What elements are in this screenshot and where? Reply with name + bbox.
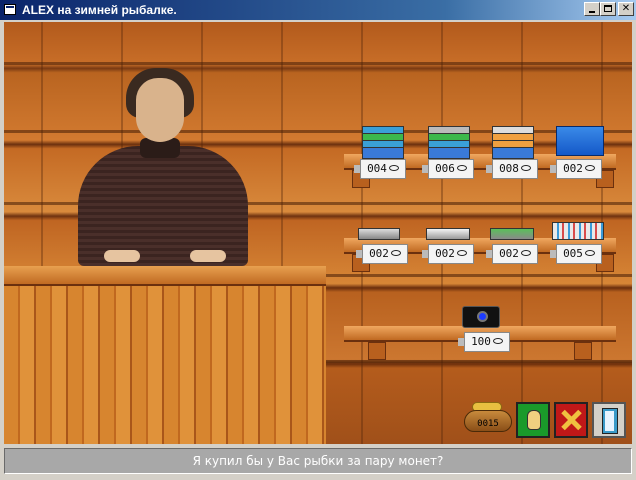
hand-button[interactable]	[516, 402, 550, 438]
shop-item-blue-box[interactable]	[556, 126, 604, 156]
price-tag: 006	[422, 159, 474, 179]
shop-item-fishing-line-1[interactable]	[362, 126, 404, 160]
price-tag: 002	[486, 244, 538, 264]
shop-item-fishing-line-3[interactable]	[492, 126, 534, 160]
shop-item-green-tin[interactable]	[490, 228, 534, 240]
money-amount: 0015	[477, 419, 499, 429]
fish-coin-icon	[520, 165, 531, 171]
price-tag: 002	[356, 244, 408, 264]
shelf-bracket	[368, 342, 386, 360]
app-icon[interactable]	[4, 4, 16, 15]
shop-item-lure-box[interactable]	[552, 222, 604, 240]
money-bag[interactable]: 0015	[462, 400, 514, 436]
shopkeeper[interactable]	[74, 66, 254, 266]
shop-item-white-tin[interactable]	[426, 228, 470, 240]
price-tag: 100	[458, 332, 510, 352]
fish-coin-icon	[388, 165, 399, 171]
fish-coin-icon	[456, 165, 467, 171]
fish-coin-icon	[584, 165, 595, 171]
fish-coin-icon	[492, 338, 503, 344]
shop-item-fishing-line-2[interactable]	[428, 126, 470, 160]
price-tag: 002	[550, 159, 602, 179]
shop-scene: 004 006 008 002 002 002 002 005 100 0015	[4, 22, 632, 444]
shop-item-camera[interactable]	[462, 306, 500, 328]
fish-coin-icon	[520, 250, 531, 256]
exit-button[interactable]	[592, 402, 626, 438]
dialogue-status-bar: Я купил бы у Вас рыбки за пару монет?	[4, 448, 632, 474]
exit-door-icon	[602, 408, 618, 434]
shelf-bracket	[574, 342, 592, 360]
close-button[interactable]: ✕	[618, 2, 634, 16]
shopkeeper-right-hand	[190, 250, 226, 262]
fish-coin-icon	[390, 250, 401, 256]
minimize-button[interactable]	[584, 2, 600, 16]
shopkeeper-left-hand	[104, 250, 140, 262]
price-tag: 008	[486, 159, 538, 179]
fish-coin-icon	[584, 250, 595, 256]
plank-seam	[4, 62, 632, 65]
cancel-icon	[561, 410, 581, 430]
shopkeeper-face	[136, 78, 184, 142]
maximize-button[interactable]	[600, 2, 616, 16]
shop-item-gray-tin[interactable]	[358, 228, 400, 240]
counter-top	[4, 266, 326, 286]
title-bar[interactable]: ALEX на зимней рыбалке. ✕	[0, 0, 636, 20]
price-tag: 002	[422, 244, 474, 264]
window-title: ALEX на зимней рыбалке.	[22, 3, 177, 17]
hand-icon	[527, 410, 541, 430]
shop-counter	[4, 266, 326, 444]
fish-coin-icon	[456, 250, 467, 256]
price-tag: 005	[550, 244, 602, 264]
price-tag: 004	[354, 159, 406, 179]
cancel-button[interactable]	[554, 402, 588, 438]
shopkeeper-sweater	[78, 146, 248, 266]
